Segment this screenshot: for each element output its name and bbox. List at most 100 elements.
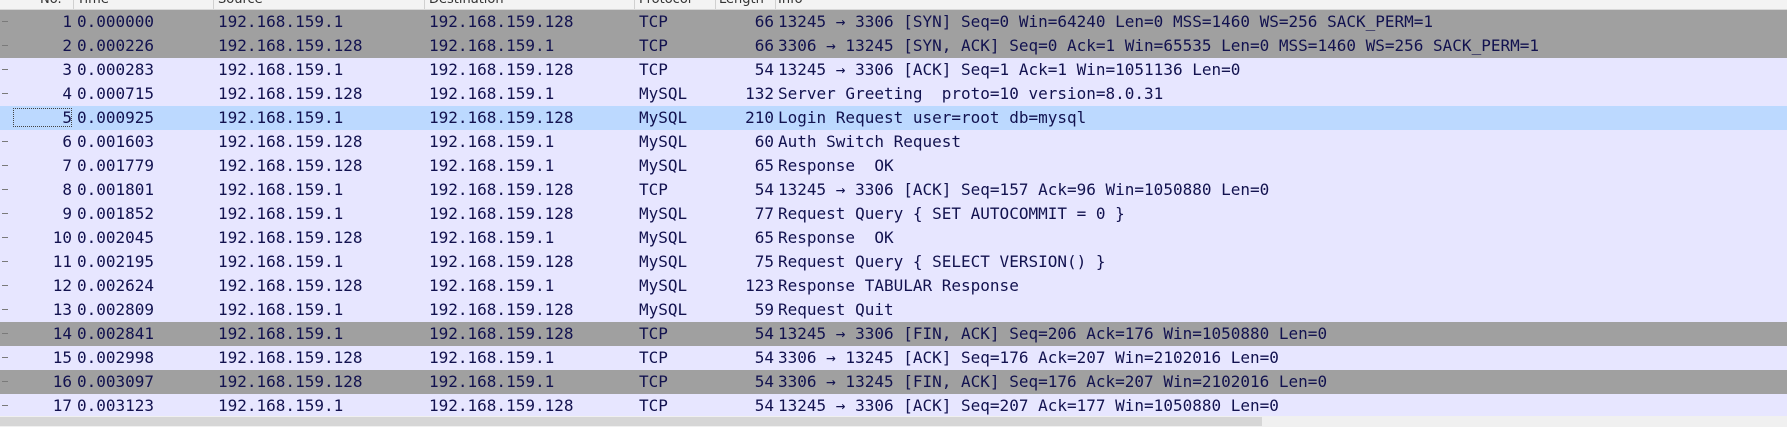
packet-source: 192.168.159.128 [218,228,363,247]
packet-protocol: TCP [639,396,668,415]
packet-row[interactable]: 15 0.002998 192.168.159.128 192.168.159.1 TC… [0,346,1787,370]
packet-number: 2 [62,36,72,55]
column-header-protocol[interactable]: Protocol [639,0,691,8]
column-divider[interactable] [424,0,425,9]
packet-destination: 192.168.159.128 [429,60,574,79]
column-header-no[interactable]: No. [40,0,62,8]
packet-destination: 192.168.159.128 [429,12,574,31]
packet-number: 10 [52,228,72,247]
column-header[interactable]: No. Time Source Destination Protocol Len… [0,0,1787,10]
packet-protocol: MySQL [639,300,688,319]
packet-source: 192.168.159.128 [218,372,363,391]
column-divider[interactable] [73,0,74,9]
packet-protocol: MySQL [639,252,688,271]
column-divider[interactable] [775,0,776,9]
packet-length: 210 [745,108,774,127]
packet-info: Request Query { SELECT VERSION() } [778,252,1106,271]
packet-source: 192.168.159.1 [218,60,344,79]
packet-info: 13245 → 3306 [ACK] Seq=1 Ack=1 Win=10511… [778,60,1241,79]
packet-row[interactable]: 4 0.000715 192.168.159.128 192.168.159.1 MyS… [0,82,1787,106]
packet-info: 3306 → 13245 [SYN, ACK] Seq=0 Ack=1 Win=… [778,36,1539,55]
packet-time: 0.000000 [77,12,155,31]
column-header-time[interactable]: Time [77,0,109,8]
packet-time: 0.002841 [77,324,155,343]
packet-number: 7 [62,156,72,175]
packet-number: 14 [52,324,72,343]
packet-number: 4 [62,84,72,103]
packet-time: 0.001801 [77,180,155,199]
packet-time: 0.002045 [77,228,155,247]
packet-row[interactable]: 13 0.002809 192.168.159.1 192.168.159.128 My… [0,298,1787,322]
packet-info: 3306 → 13245 [FIN, ACK] Seq=176 Ack=207 … [778,372,1328,391]
packet-protocol: MySQL [639,228,688,247]
packet-source: 192.168.159.1 [218,324,344,343]
packet-info: 3306 → 13245 [ACK] Seq=176 Ack=207 Win=2… [778,348,1279,367]
packet-protocol: MySQL [639,156,688,175]
packet-number: 5 [62,108,72,127]
packet-info: Auth Switch Request [778,132,962,151]
packet-number: 11 [52,252,72,271]
packet-protocol: TCP [639,324,668,343]
packet-source: 192.168.159.1 [218,12,344,31]
packet-row[interactable]: 6 0.001603 192.168.159.128 192.168.159.1 MyS… [0,130,1787,154]
packet-destination: 192.168.159.128 [429,108,574,127]
packet-length: 59 [754,300,774,319]
packet-info: Login Request user=root db=mysql [778,108,1087,127]
packet-info: Request Query { SET AUTOCOMMIT = 0 } [778,204,1125,223]
column-header-destination[interactable]: Destination [429,0,504,8]
packet-row[interactable]: 5 0.000925 192.168.159.1 192.168.159.128 MyS… [0,106,1787,130]
column-divider[interactable] [715,0,716,9]
packet-protocol: MySQL [639,204,688,223]
packet-row[interactable]: 17 0.003123 192.168.159.1 192.168.159.128 TC… [0,394,1787,418]
packet-destination: 192.168.159.1 [429,228,555,247]
packet-time: 0.000283 [77,60,155,79]
column-header-info[interactable]: Info [778,0,803,8]
packet-time: 0.002624 [77,276,155,295]
packet-source: 192.168.159.1 [218,396,344,415]
packet-time: 0.002195 [77,252,155,271]
packet-source: 192.168.159.128 [218,276,363,295]
column-header-source[interactable]: Source [218,0,263,8]
packet-row[interactable]: 2 0.000226 192.168.159.128 192.168.159.1 TCP… [0,34,1787,58]
packet-destination: 192.168.159.1 [429,132,555,151]
packet-protocol: TCP [639,60,668,79]
packet-length: 75 [754,252,774,271]
packet-row[interactable]: 9 0.001852 192.168.159.1 192.168.159.128 MyS… [0,202,1787,226]
packet-length: 60 [754,132,774,151]
packet-row[interactable]: 7 0.001779 192.168.159.128 192.168.159.1 MyS… [0,154,1787,178]
packet-info: Response OK [778,156,894,175]
packet-time: 0.003097 [77,372,155,391]
packet-number: 16 [52,372,72,391]
packet-row[interactable]: 1 0.000000 192.168.159.1 192.168.159.128 TCP… [0,10,1787,34]
packet-row[interactable]: 8 0.001801 192.168.159.1 192.168.159.128 TCP… [0,178,1787,202]
packet-row[interactable]: 10 0.002045 192.168.159.128 192.168.159.1 My… [0,226,1787,250]
packet-time: 0.000925 [77,108,155,127]
packet-source: 192.168.159.128 [218,348,363,367]
packet-row[interactable]: 12 0.002624 192.168.159.128 192.168.159.1 My… [0,274,1787,298]
column-divider[interactable] [634,0,635,9]
packet-number: 8 [62,180,72,199]
packet-row[interactable]: 14 0.002841 192.168.159.1 192.168.159.128 TC… [0,322,1787,346]
scrollbar-thumb[interactable] [0,417,1262,426]
packet-time: 0.000715 [77,84,155,103]
packet-protocol: TCP [639,36,668,55]
packet-protocol: MySQL [639,108,688,127]
packet-protocol: MySQL [639,84,688,103]
packet-source: 192.168.159.128 [218,84,363,103]
column-header-length[interactable]: Length [719,0,764,8]
packet-list[interactable]: No. Time Source Destination Protocol Len… [0,0,1787,427]
packet-destination: 192.168.159.128 [429,396,574,415]
packet-source: 192.168.159.1 [218,300,344,319]
packet-length: 123 [745,276,774,295]
column-divider[interactable] [213,0,214,9]
packet-info: Request Quit [778,300,894,319]
packet-number: 3 [62,60,72,79]
packet-number: 1 [62,12,72,31]
packet-source: 192.168.159.1 [218,108,344,127]
packet-destination: 192.168.159.1 [429,36,555,55]
packet-source: 192.168.159.1 [218,204,344,223]
packet-row[interactable]: 16 0.003097 192.168.159.128 192.168.159.1 TC… [0,370,1787,394]
packet-info: 13245 → 3306 [FIN, ACK] Seq=206 Ack=176 … [778,324,1328,343]
packet-row[interactable]: 3 0.000283 192.168.159.1 192.168.159.128 TCP… [0,58,1787,82]
packet-row[interactable]: 11 0.002195 192.168.159.1 192.168.159.128 My… [0,250,1787,274]
